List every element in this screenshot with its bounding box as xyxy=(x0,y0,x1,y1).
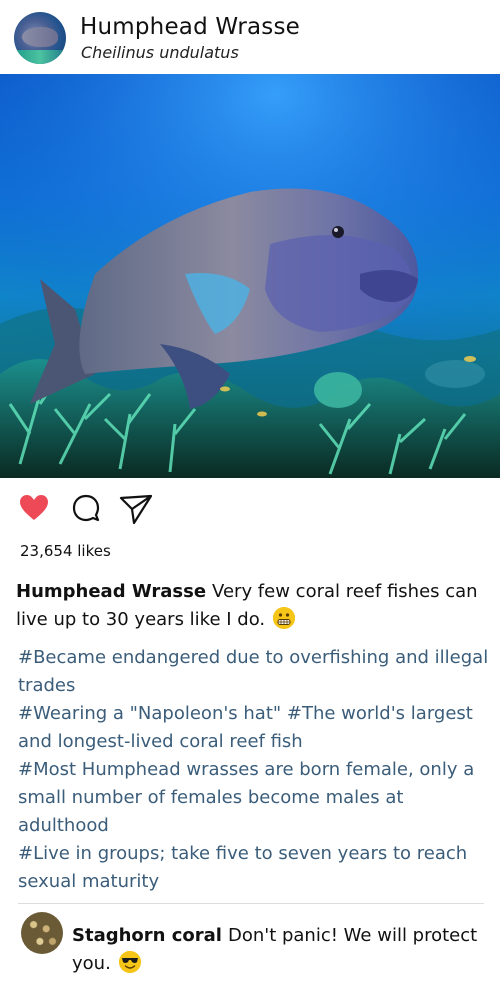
avatar-fish-image xyxy=(22,27,58,47)
smiling-face-with-sunglasses-emoji xyxy=(118,951,141,973)
account-name[interactable]: Humphead Wrasse xyxy=(80,14,300,40)
humphead-wrasse-photo xyxy=(0,74,500,478)
send-icon[interactable] xyxy=(118,492,153,526)
hashtag-list: #Became endangered due to overfishing an… xyxy=(18,644,492,896)
comment: Staghorn coral Don't panic! We will prote… xyxy=(72,922,490,978)
post-photo[interactable] xyxy=(0,74,500,478)
account-subtitle: Cheilinus undulatus xyxy=(81,43,239,62)
account-avatar[interactable] xyxy=(14,12,66,64)
hashtag-line[interactable]: #Wearing a "Napoleon's hat" #The world's… xyxy=(18,700,492,756)
comment-icon[interactable] xyxy=(70,492,104,526)
heart-icon[interactable] xyxy=(18,492,52,526)
commenter-avatar[interactable] xyxy=(21,912,63,954)
likes-count[interactable]: 23,654 likes xyxy=(20,542,111,560)
post-actions xyxy=(0,492,500,532)
hashtag-line[interactable]: #Became endangered due to overfishing an… xyxy=(18,644,492,700)
hashtag-line[interactable]: #Most Humphead wrasses are born female, … xyxy=(18,756,492,840)
post-caption: Humphead Wrasse Very few coral reef fishe… xyxy=(16,578,490,634)
comment-username[interactable]: Staghorn coral xyxy=(72,925,222,946)
hashtag-line[interactable]: #Live in groups; take five to seven year… xyxy=(18,840,492,896)
comment-divider xyxy=(18,903,484,904)
avatar-reef-image xyxy=(14,50,66,64)
grimacing-face-emoji xyxy=(273,607,296,629)
caption-username[interactable]: Humphead Wrasse xyxy=(16,581,206,602)
post-header: Humphead Wrasse Cheilinus undulatus xyxy=(0,0,500,74)
